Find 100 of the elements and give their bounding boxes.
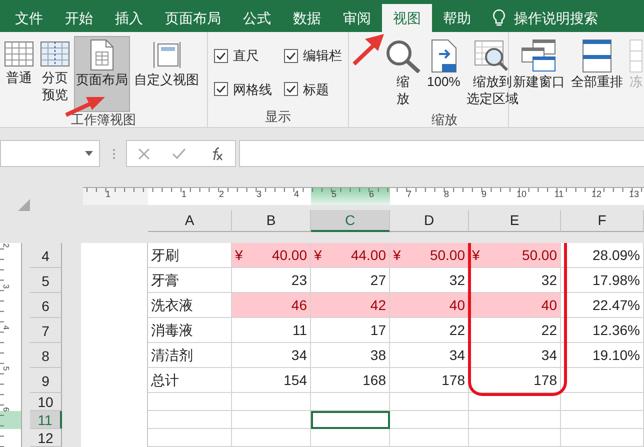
table-cell: 22 [390,318,469,343]
row-header[interactable]: 10 [30,393,62,411]
table-cell: 154 [232,368,311,393]
ruler-number: 3 [256,189,262,200]
checkbox[interactable] [214,48,228,63]
table-cell: 清洁剂 [148,343,232,368]
table-cell: 34 [232,343,311,368]
checkbox-label[interactable]: 直尺 [233,46,259,66]
formula-input[interactable] [239,140,644,167]
table-cell: 178 [390,368,469,393]
row-header[interactable]: 12 [30,429,62,447]
ribbon-tab[interactable]: 开始 [54,4,104,32]
ribbon-tab[interactable]: 文件 [4,4,54,32]
table-cell: 38 [311,343,390,368]
ruler-number: 6 [2,407,11,412]
checkbox[interactable] [284,48,298,63]
row-header[interactable]: 7 [30,318,62,343]
table-cell: 34 [469,343,561,368]
ribbon-tab[interactable]: 插入 [104,4,154,32]
row-header[interactable]: 5 [30,268,62,293]
table-cell: 40 [469,293,561,318]
page-icon [88,39,116,71]
ruler-number: 7 [406,189,412,200]
table-cell: 168 [311,368,390,393]
checkbox[interactable] [284,82,298,96]
table-cell: ¥ 44.00 [311,243,390,268]
table-cell: 洗衣液 [148,293,232,318]
ribbon-button[interactable]: 页面布局 [74,36,130,112]
table-cell: 牙膏 [148,268,232,293]
windows-icon [521,39,557,73]
table-cell: 17.98% [561,268,644,293]
ruler-number: 12 [592,189,602,200]
ribbon-tab[interactable]: 页面布局 [154,4,232,32]
table-cell: 17 [311,318,390,343]
column-header[interactable]: E [469,210,561,232]
ruler-number: 4 [2,325,11,330]
checkbox-label[interactable]: 标题 [303,80,329,99]
row-header[interactable]: 6 [30,293,62,318]
ribbon-button[interactable]: 自定义视图 [132,36,201,112]
row-header[interactable]: 9 [30,368,62,393]
ribbon-tab[interactable]: 帮助 [432,4,482,32]
ribbon-button[interactable]: 分页 预览 [38,36,72,112]
table-cell: 28.09% [561,243,644,268]
checkbox-label[interactable]: 编辑栏 [303,46,342,66]
check-icon[interactable] [172,148,186,160]
group-label: 工作簿视图 [70,112,137,127]
column-header[interactable]: D [390,210,469,232]
ruler-number: 2 [219,189,224,200]
grid-icon [4,39,34,69]
ruler-number: 4 [294,189,299,200]
table-cell: 27 [311,268,390,293]
column-header[interactable]: C [311,210,390,232]
table-cell: 32 [469,268,561,293]
table-cell: 22 [469,318,561,343]
column-header[interactable]: A [148,210,232,232]
ribbon-button[interactable]: 普通 [2,36,36,112]
table-cell: 牙刷 [148,243,232,268]
row-header[interactable]: 8 [30,343,62,368]
page-zoom-icon [430,39,458,73]
ruler-number: 6 [369,189,374,200]
table-cell: 总计 [148,368,232,393]
ribbon-button[interactable]: 缩 放 [383,36,423,112]
ribbon-tab[interactable]: 公式 [232,4,282,32]
ribbon-button[interactable]: 全部重排 [569,36,625,112]
group-label: 显示 [264,109,292,126]
table-cell: 32 [390,268,469,293]
search-box[interactable]: 操作说明搜索 [514,4,598,32]
ribbon-tab[interactable]: 审阅 [332,4,382,32]
ribbon-tab[interactable]: 数据 [282,4,332,32]
table-cell: 12.36% [561,318,644,343]
ribbon-button[interactable]: 100% [425,36,462,112]
row-header[interactable]: 11 [30,411,62,429]
ruler-number: 1 [106,189,110,200]
column-header[interactable]: B [232,210,311,232]
ruler-number: 5 [332,189,336,200]
ruler-number: 1 [182,189,186,200]
grip-icon [112,148,116,160]
table-cell: 46 [232,293,311,318]
table-cell: 40 [390,293,469,318]
lightbulb-icon[interactable] [492,9,506,27]
active-cell[interactable] [311,411,390,429]
table-cell: 23 [232,268,311,293]
row-header[interactable]: 4 [30,243,62,268]
magnifier-icon [385,39,421,73]
ruler-number: 8 [444,189,449,200]
custom-view-icon [150,39,182,71]
table-cell: 42 [311,293,390,318]
table-cell: ¥ 50.00 [469,243,561,268]
ruler-number: 5 [2,366,11,371]
ruler-number: 10 [516,189,526,200]
table-cell: 11 [232,318,311,343]
table-cell: ¥ 40.00 [232,243,311,268]
ribbon-tab[interactable]: 视图 [382,4,432,32]
table-cell: 消毒液 [148,318,232,343]
checkbox-label[interactable]: 网格线 [233,80,272,99]
checkbox[interactable] [214,82,228,96]
table-cell: 34 [390,343,469,368]
column-header[interactable]: F [561,210,644,232]
table-cell: 22.47% [561,293,644,318]
page-break-icon [40,39,70,69]
